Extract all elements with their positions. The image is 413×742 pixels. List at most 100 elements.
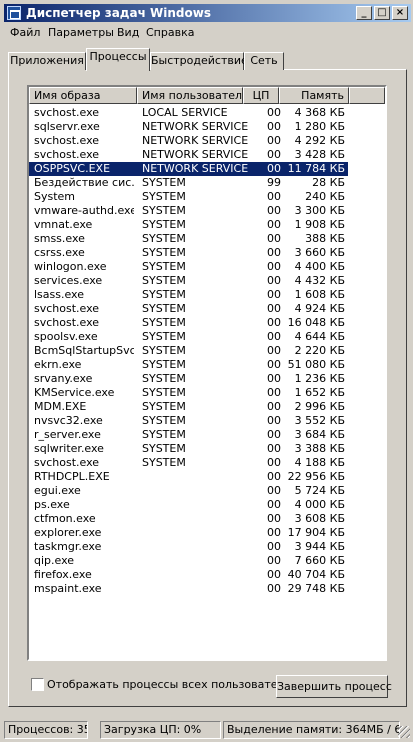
process-user: SYSTEM	[142, 302, 186, 315]
process-memory: 4 432 КБ	[294, 274, 345, 287]
process-cpu: 00	[267, 120, 281, 133]
process-row[interactable]: egui.exe 00 5 724 КБ	[29, 484, 348, 498]
process-row[interactable]: OSPPSVC.EXE NETWORK SERVICE 00 11 784 КБ	[29, 162, 348, 176]
process-memory: 1 236 КБ	[294, 372, 345, 385]
minimize-button[interactable]: _	[356, 6, 372, 20]
process-row[interactable]: KMService.exe SYSTEM 00 1 652 КБ	[29, 386, 348, 400]
process-user: SYSTEM	[142, 260, 186, 273]
process-cpu: 00	[267, 274, 281, 287]
process-row[interactable]: svchost.exe LOCAL SERVICE 00 4 368 КБ	[29, 106, 348, 120]
process-user: NETWORK SERVICE	[142, 120, 249, 133]
tab-network[interactable]: Сеть	[244, 52, 284, 70]
process-memory: 29 748 КБ	[287, 582, 345, 595]
process-row[interactable]: winlogon.exe SYSTEM 00 4 400 КБ	[29, 260, 348, 274]
process-name: nvsvc32.exe	[34, 414, 103, 427]
tab-applications[interactable]: Приложения	[8, 52, 86, 70]
process-row[interactable]: svchost.exe NETWORK SERVICE 00 3 428 КБ	[29, 148, 348, 162]
process-row[interactable]: ctfmon.exe 00 3 608 КБ	[29, 512, 348, 526]
show-all-users-label[interactable]: Отображать процессы всех пользователей	[47, 678, 298, 691]
process-row[interactable]: RTHDCPL.EXE 00 22 956 КБ	[29, 470, 348, 484]
process-row[interactable]: csrss.exe SYSTEM 00 3 660 КБ	[29, 246, 348, 260]
process-row[interactable]: nvsvc32.exe SYSTEM 00 3 552 КБ	[29, 414, 348, 428]
process-memory: 4 644 КБ	[294, 330, 345, 343]
process-cpu: 99	[267, 176, 281, 189]
process-row[interactable]: System SYSTEM 00 240 КБ	[29, 190, 348, 204]
process-cpu: 00	[267, 134, 281, 147]
process-row[interactable]: vmware-authd.exe SYSTEM 00 3 300 КБ	[29, 204, 348, 218]
menu-file[interactable]: Файл	[10, 26, 40, 39]
process-memory: 51 080 КБ	[287, 358, 345, 371]
title-bar[interactable]: Диспетчер задач Windows _ □ ×	[4, 4, 411, 22]
task-manager-window: Диспетчер задач Windows _ □ × Файл Парам…	[0, 0, 413, 742]
process-memory: 4 000 КБ	[294, 498, 345, 511]
process-row[interactable]: sqlservr.exe NETWORK SERVICE 00 1 280 КБ	[29, 120, 348, 134]
process-row[interactable]: ps.exe 00 4 000 КБ	[29, 498, 348, 512]
process-row[interactable]: qip.exe 00 7 660 КБ	[29, 554, 348, 568]
process-memory: 3 388 КБ	[294, 442, 345, 455]
process-row[interactable]: lsass.exe SYSTEM 00 1 608 КБ	[29, 288, 348, 302]
process-row[interactable]: svchost.exe SYSTEM 00 4 924 КБ	[29, 302, 348, 316]
menu-options[interactable]: Параметры	[48, 26, 114, 39]
process-row[interactable]: explorer.exe 00 17 904 КБ	[29, 526, 348, 540]
process-cpu: 00	[267, 106, 281, 119]
process-name: explorer.exe	[34, 526, 102, 539]
process-row[interactable]: vmnat.exe SYSTEM 00 1 908 КБ	[29, 218, 348, 232]
process-name: svchost.exe	[34, 148, 100, 161]
process-name: vmnat.exe	[34, 218, 93, 231]
column-header-memory[interactable]: Память	[279, 87, 349, 104]
process-cpu: 00	[267, 358, 281, 371]
process-cpu: 00	[267, 442, 281, 455]
process-name: MDM.EXE	[34, 400, 87, 413]
process-row[interactable]: spoolsv.exe SYSTEM 00 4 644 КБ	[29, 330, 348, 344]
process-row[interactable]: svchost.exe SYSTEM 00 16 048 КБ	[29, 316, 348, 330]
process-name: sqlwriter.exe	[34, 442, 104, 455]
menu-help[interactable]: Справка	[146, 26, 194, 39]
column-header-image-name[interactable]: Имя образа	[29, 87, 137, 104]
end-process-button[interactable]: Завершить процесс	[276, 675, 392, 698]
column-header-cpu[interactable]: ЦП	[243, 87, 279, 104]
process-user: SYSTEM	[142, 358, 186, 371]
process-memory: 2 220 КБ	[294, 344, 345, 357]
process-row[interactable]: taskmgr.exe 00 3 944 КБ	[29, 540, 348, 554]
process-name: r_server.exe	[34, 428, 101, 441]
process-row[interactable]: mspaint.exe 00 29 748 КБ	[29, 582, 348, 596]
maximize-button[interactable]: □	[374, 6, 390, 20]
process-cpu: 00	[267, 148, 281, 161]
process-row[interactable]: ekrn.exe SYSTEM 00 51 080 КБ	[29, 358, 348, 372]
tab-processes[interactable]: Процессы	[86, 48, 150, 71]
process-row[interactable]: services.exe SYSTEM 00 4 432 КБ	[29, 274, 348, 288]
process-memory: 4 188 КБ	[294, 456, 345, 469]
process-name: BcmSqlStartupSvc...	[34, 344, 134, 357]
process-row[interactable]: srvany.exe SYSTEM 00 1 236 КБ	[29, 372, 348, 386]
process-row[interactable]: r_server.exe SYSTEM 00 3 684 КБ	[29, 428, 348, 442]
process-user: SYSTEM	[142, 428, 186, 441]
process-user: SYSTEM	[142, 190, 186, 203]
show-all-users-checkbox[interactable]	[31, 678, 44, 691]
process-row[interactable]: MDM.EXE SYSTEM 00 2 996 КБ	[29, 400, 348, 414]
process-row[interactable]: svchost.exe NETWORK SERVICE 00 4 292 КБ	[29, 134, 348, 148]
process-cpu: 00	[267, 540, 281, 553]
process-row[interactable]: sqlwriter.exe SYSTEM 00 3 388 КБ	[29, 442, 348, 456]
process-user: SYSTEM	[142, 176, 186, 189]
process-user: SYSTEM	[142, 442, 186, 455]
process-memory: 1 280 КБ	[294, 120, 345, 133]
process-memory: 4 400 КБ	[294, 260, 345, 273]
process-memory: 3 552 КБ	[294, 414, 345, 427]
process-cpu: 00	[267, 400, 281, 413]
resize-grip[interactable]	[398, 726, 410, 738]
process-row[interactable]: smss.exe SYSTEM 00 388 КБ	[29, 232, 348, 246]
tab-performance[interactable]: Быстродействие	[150, 52, 248, 70]
menu-view[interactable]: Вид	[117, 26, 139, 39]
process-row[interactable]: BcmSqlStartupSvc... SYSTEM 00 2 220 КБ	[29, 344, 348, 358]
process-row[interactable]: firefox.exe 00 40 704 КБ	[29, 568, 348, 582]
process-cpu: 00	[267, 246, 281, 259]
process-row[interactable]: svchost.exe SYSTEM 00 4 188 КБ	[29, 456, 348, 470]
column-header-user-name[interactable]: Имя пользователя	[137, 87, 243, 104]
process-row[interactable]: Бездействие сис... SYSTEM 99 28 КБ	[29, 176, 348, 190]
process-list[interactable]: Имя образа Имя пользователя ЦП Память sv…	[27, 85, 387, 661]
process-memory: 3 300 КБ	[294, 204, 345, 217]
process-name: RTHDCPL.EXE	[34, 470, 110, 483]
window-title: Диспетчер задач Windows	[26, 6, 211, 20]
process-memory: 22 956 КБ	[287, 470, 345, 483]
close-button[interactable]: ×	[392, 6, 408, 20]
